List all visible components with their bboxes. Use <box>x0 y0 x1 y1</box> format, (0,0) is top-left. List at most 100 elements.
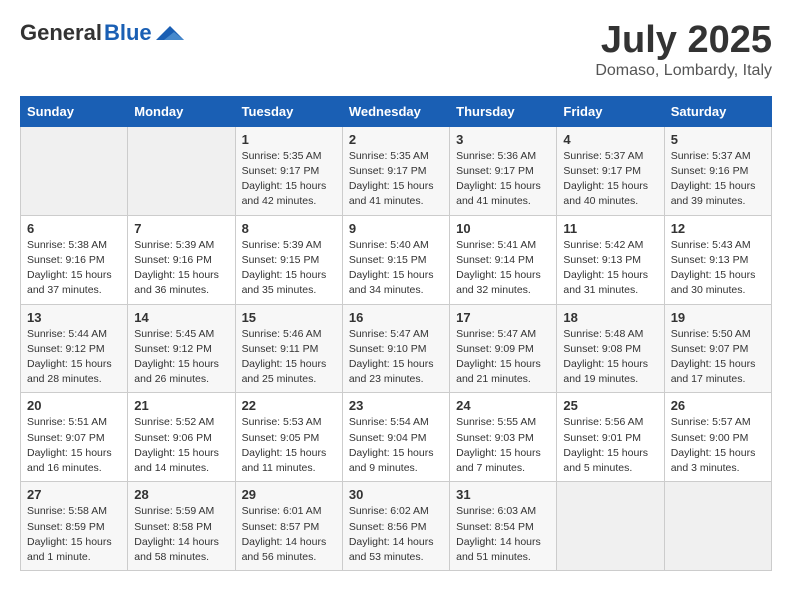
day-number: 29 <box>242 487 336 502</box>
day-number: 25 <box>563 398 657 413</box>
calendar-week-row: 13 Sunrise: 5:44 AMSunset: 9:12 PMDayligh… <box>21 304 772 393</box>
calendar-cell: 9 Sunrise: 5:40 AMSunset: 9:15 PMDaylight… <box>342 215 449 304</box>
month-title: July 2025 <box>595 20 772 62</box>
calendar-cell: 6Sunrise: 5:38 AMSunset: 9:16 PMDaylight… <box>21 215 128 304</box>
calendar-cell: 25Sunrise: 5:56 AMSunset: 9:01 PMDayligh… <box>557 393 664 482</box>
calendar-cell: 19 Sunrise: 5:50 AMSunset: 9:07 PMDayligh… <box>664 304 771 393</box>
location: Domaso, Lombardy, Italy <box>595 62 772 80</box>
calendar-cell: 22Sunrise: 5:53 AMSunset: 9:05 PMDayligh… <box>235 393 342 482</box>
day-info: Sunrise: 5:47 AMSunset: 9:09 PMDaylight:… <box>456 327 550 388</box>
day-info: Sunrise: 5:41 AMSunset: 9:14 PMDaylight:… <box>456 238 550 299</box>
calendar-table: SundayMondayTuesdayWednesdayThursdayFrid… <box>20 96 772 571</box>
day-info: Sunrise: 5:39 AMSunset: 9:16 PMDaylight:… <box>134 238 228 299</box>
day-number: 27 <box>27 487 121 502</box>
calendar-cell: 20 Sunrise: 5:51 AMSunset: 9:07 PMDayligh… <box>21 393 128 482</box>
day-number: 10 <box>456 221 550 236</box>
day-info: Sunrise: 5:40 AMSunset: 9:15 PMDaylight:… <box>349 238 443 299</box>
column-header-tuesday: Tuesday <box>235 96 342 126</box>
day-info: Sunrise: 5:37 AMSunset: 9:16 PMDaylight:… <box>671 149 765 210</box>
day-info: Sunrise: 5:45 AMSunset: 9:12 PMDaylight:… <box>134 327 228 388</box>
calendar-cell: 13 Sunrise: 5:44 AMSunset: 9:12 PMDayligh… <box>21 304 128 393</box>
day-number: 20 <box>27 398 121 413</box>
calendar-cell: 1 Sunrise: 5:35 AMSunset: 9:17 PMDaylight… <box>235 126 342 215</box>
day-info: Sunrise: 5:51 AMSunset: 9:07 PMDaylight:… <box>27 415 121 476</box>
day-number: 11 <box>563 221 657 236</box>
day-number: 18 <box>563 310 657 325</box>
day-info: Sunrise: 5:50 AMSunset: 9:07 PMDaylight:… <box>671 327 765 388</box>
calendar-header-row: SundayMondayTuesdayWednesdayThursdayFrid… <box>21 96 772 126</box>
logo: General Blue <box>20 20 186 46</box>
calendar-cell: 28 Sunrise: 5:59 AMSunset: 8:58 PMDayligh… <box>128 482 235 571</box>
day-number: 21 <box>134 398 228 413</box>
day-number: 14 <box>134 310 228 325</box>
calendar-cell: 12Sunrise: 5:43 AMSunset: 9:13 PMDayligh… <box>664 215 771 304</box>
calendar-cell <box>664 482 771 571</box>
day-number: 17 <box>456 310 550 325</box>
calendar-week-row: 6Sunrise: 5:38 AMSunset: 9:16 PMDaylight… <box>21 215 772 304</box>
day-number: 31 <box>456 487 550 502</box>
calendar-cell: 16Sunrise: 5:47 AMSunset: 9:10 PMDayligh… <box>342 304 449 393</box>
day-info: Sunrise: 5:59 AMSunset: 8:58 PMDaylight:… <box>134 504 228 565</box>
calendar-cell: 11 Sunrise: 5:42 AMSunset: 9:13 PMDayligh… <box>557 215 664 304</box>
column-header-thursday: Thursday <box>450 96 557 126</box>
logo-general: General <box>20 20 102 46</box>
day-info: Sunrise: 6:02 AMSunset: 8:56 PMDaylight:… <box>349 504 443 565</box>
day-number: 5 <box>671 132 765 147</box>
day-info: Sunrise: 5:36 AMSunset: 9:17 PMDaylight:… <box>456 149 550 210</box>
calendar-cell: 2Sunrise: 5:35 AMSunset: 9:17 PMDaylight… <box>342 126 449 215</box>
day-info: Sunrise: 5:55 AMSunset: 9:03 PMDaylight:… <box>456 415 550 476</box>
day-info: Sunrise: 5:54 AMSunset: 9:04 PMDaylight:… <box>349 415 443 476</box>
day-number: 26 <box>671 398 765 413</box>
day-number: 22 <box>242 398 336 413</box>
day-number: 3 <box>456 132 550 147</box>
day-number: 7 <box>134 221 228 236</box>
calendar-cell: 31 Sunrise: 6:03 AMSunset: 8:54 PMDayligh… <box>450 482 557 571</box>
day-number: 24 <box>456 398 550 413</box>
day-info: Sunrise: 5:44 AMSunset: 9:12 PMDaylight:… <box>27 327 121 388</box>
calendar-cell: 29 Sunrise: 6:01 AMSunset: 8:57 PMDayligh… <box>235 482 342 571</box>
day-info: Sunrise: 5:39 AMSunset: 9:15 PMDaylight:… <box>242 238 336 299</box>
day-number: 13 <box>27 310 121 325</box>
calendar-cell: 21 Sunrise: 5:52 AMSunset: 9:06 PMDayligh… <box>128 393 235 482</box>
day-number: 19 <box>671 310 765 325</box>
calendar-cell <box>557 482 664 571</box>
column-header-wednesday: Wednesday <box>342 96 449 126</box>
day-number: 28 <box>134 487 228 502</box>
column-header-sunday: Sunday <box>21 96 128 126</box>
day-number: 1 <box>242 132 336 147</box>
day-info: Sunrise: 5:43 AMSunset: 9:13 PMDaylight:… <box>671 238 765 299</box>
calendar-cell: 5 Sunrise: 5:37 AMSunset: 9:16 PMDaylight… <box>664 126 771 215</box>
calendar-cell: 8 Sunrise: 5:39 AMSunset: 9:15 PMDaylight… <box>235 215 342 304</box>
calendar-cell: 10 Sunrise: 5:41 AMSunset: 9:14 PMDayligh… <box>450 215 557 304</box>
day-info: Sunrise: 5:37 AMSunset: 9:17 PMDaylight:… <box>563 149 657 210</box>
day-info: Sunrise: 6:01 AMSunset: 8:57 PMDaylight:… <box>242 504 336 565</box>
day-info: Sunrise: 5:57 AMSunset: 9:00 PMDaylight:… <box>671 415 765 476</box>
day-info: Sunrise: 5:35 AMSunset: 9:17 PMDaylight:… <box>242 149 336 210</box>
day-info: Sunrise: 5:46 AMSunset: 9:11 PMDaylight:… <box>242 327 336 388</box>
day-number: 30 <box>349 487 443 502</box>
day-number: 4 <box>563 132 657 147</box>
calendar-cell: 24 Sunrise: 5:55 AMSunset: 9:03 PMDayligh… <box>450 393 557 482</box>
day-number: 9 <box>349 221 443 236</box>
day-number: 16 <box>349 310 443 325</box>
day-number: 8 <box>242 221 336 236</box>
logo-blue: Blue <box>104 20 152 46</box>
calendar-cell: 7 Sunrise: 5:39 AMSunset: 9:16 PMDaylight… <box>128 215 235 304</box>
calendar-cell: 27Sunrise: 5:58 AMSunset: 8:59 PMDayligh… <box>21 482 128 571</box>
logo-icon <box>156 22 186 44</box>
calendar-cell: 15 Sunrise: 5:46 AMSunset: 9:11 PMDayligh… <box>235 304 342 393</box>
day-info: Sunrise: 5:42 AMSunset: 9:13 PMDaylight:… <box>563 238 657 299</box>
column-header-monday: Monday <box>128 96 235 126</box>
day-number: 2 <box>349 132 443 147</box>
day-number: 15 <box>242 310 336 325</box>
column-header-saturday: Saturday <box>664 96 771 126</box>
calendar-cell: 26 Sunrise: 5:57 AMSunset: 9:00 PMDayligh… <box>664 393 771 482</box>
day-info: Sunrise: 6:03 AMSunset: 8:54 PMDaylight:… <box>456 504 550 565</box>
calendar-week-row: 1 Sunrise: 5:35 AMSunset: 9:17 PMDaylight… <box>21 126 772 215</box>
column-header-friday: Friday <box>557 96 664 126</box>
day-info: Sunrise: 5:48 AMSunset: 9:08 PMDaylight:… <box>563 327 657 388</box>
calendar-cell: 3 Sunrise: 5:36 AMSunset: 9:17 PMDaylight… <box>450 126 557 215</box>
calendar-cell: 14 Sunrise: 5:45 AMSunset: 9:12 PMDayligh… <box>128 304 235 393</box>
page-header: General Blue July 2025 Domaso, Lombardy,… <box>20 20 772 80</box>
day-info: Sunrise: 5:52 AMSunset: 9:06 PMDaylight:… <box>134 415 228 476</box>
